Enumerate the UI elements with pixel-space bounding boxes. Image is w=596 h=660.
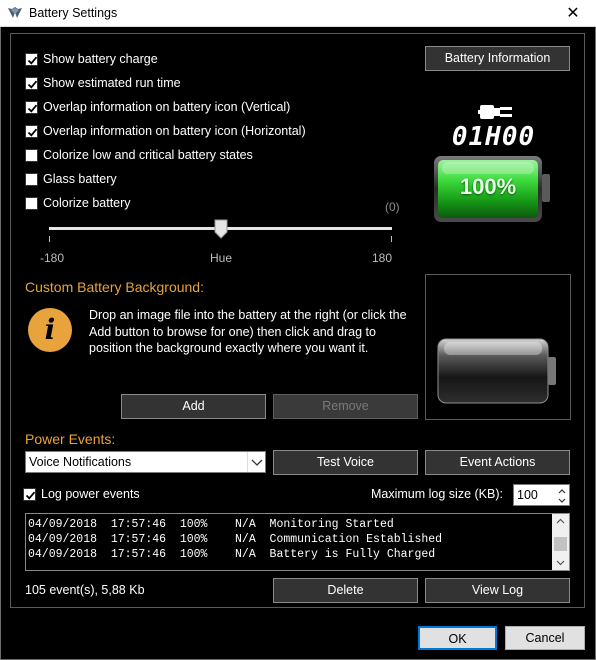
checkmark-icon	[25, 491, 36, 500]
event-summary: 105 event(s), 5,88 Kb	[25, 583, 145, 597]
checkbox-label: Colorize low and critical battery states	[43, 148, 253, 162]
checkbox-box[interactable]	[25, 77, 38, 90]
event-actions-button[interactable]: Event Actions	[425, 450, 570, 475]
max-log-size-value[interactable]: 100	[517, 488, 538, 502]
checkbox-label: Show estimated run time	[43, 76, 181, 90]
hue-mid-label: Hue	[210, 251, 233, 265]
checkbox-box[interactable]	[25, 173, 38, 186]
plug-icon	[478, 105, 512, 119]
checkbox-box[interactable]	[25, 53, 38, 66]
scroll-up-icon[interactable]	[555, 517, 566, 525]
event-log[interactable]: 04/09/2018 17:57:46 100% N/A Monitoring …	[25, 513, 570, 571]
close-button[interactable]: ✕	[550, 0, 596, 27]
window-title: Battery Settings	[29, 6, 118, 20]
hue-value: (0)	[385, 200, 400, 214]
checkbox-label: Glass battery	[43, 172, 117, 186]
hue-min-label: -180	[40, 251, 65, 265]
spinner-up-icon[interactable]	[555, 485, 569, 495]
scrollbar-thumb[interactable]	[554, 537, 567, 551]
checkbox-label: Overlap information on battery icon (Hor…	[43, 124, 306, 138]
log-row: 04/09/2018 17:57:46 100% N/A Battery is …	[28, 548, 436, 561]
checkmark-icon	[27, 80, 38, 89]
checkbox-label: Show battery charge	[43, 52, 158, 66]
checkbox-box[interactable]	[25, 125, 38, 138]
scroll-down-icon[interactable]	[555, 559, 566, 567]
checkbox-label: Log power events	[41, 487, 140, 501]
log-row: 04/09/2018 17:57:46 100% N/A Communicati…	[28, 533, 443, 546]
hue-tick-min	[49, 236, 50, 242]
max-log-size-spinner[interactable]: 100	[513, 484, 570, 506]
checkbox-box[interactable]	[25, 149, 38, 162]
checkbox-label: Colorize battery	[43, 196, 131, 210]
checkmark-icon	[27, 128, 38, 137]
run-time-display: 01H00	[451, 122, 536, 152]
power-events-title: Power Events:	[25, 431, 116, 447]
log-row: 04/09/2018 17:57:46 100% N/A Monitoring …	[28, 518, 394, 531]
battery-percent: 100%	[459, 174, 517, 199]
glass-battery-preview	[437, 338, 556, 404]
chevron-down-icon[interactable]	[247, 452, 265, 472]
checkbox-label: Overlap information on battery icon (Ver…	[43, 100, 291, 114]
ok-button[interactable]: OK	[418, 626, 497, 650]
info-icon: i	[28, 308, 72, 352]
background-instructions: Drop an image file into the battery at t…	[89, 308, 407, 355]
remove-button[interactable]: Remove	[273, 394, 418, 419]
test-voice-button[interactable]: Test Voice	[273, 450, 418, 475]
event-log-rows: 04/09/2018 17:57:46 100% N/A Monitoring …	[28, 517, 442, 562]
log-scrollbar[interactable]	[552, 514, 569, 570]
app-icon	[8, 7, 22, 18]
delete-button[interactable]: Delete	[273, 578, 418, 603]
battery-information-button[interactable]: Battery Information	[425, 46, 570, 71]
background-section-title: Custom Battery Background:	[25, 279, 204, 295]
dropdown-value: Voice Notifications	[29, 455, 132, 469]
checkbox-box[interactable]	[25, 197, 38, 210]
title-bar: Battery Settings ✕	[0, 0, 596, 27]
voice-notifications-dropdown[interactable]: Voice Notifications	[25, 451, 266, 473]
checkbox-box[interactable]	[25, 101, 38, 114]
spinner-down-icon[interactable]	[555, 495, 569, 505]
background-drop-area[interactable]	[425, 274, 571, 420]
cancel-button[interactable]: Cancel	[505, 626, 585, 650]
hue-slider-thumb[interactable]	[214, 219, 228, 239]
checkbox-box[interactable]	[23, 488, 36, 501]
max-log-size-label: Maximum log size (KB):	[371, 487, 503, 501]
checkmark-icon	[27, 104, 38, 113]
hue-tick-max	[391, 236, 392, 242]
add-button[interactable]: Add	[121, 394, 266, 419]
checkmark-icon	[27, 56, 38, 65]
hue-max-label: 180	[372, 251, 393, 265]
view-log-button[interactable]: View Log	[425, 578, 570, 603]
